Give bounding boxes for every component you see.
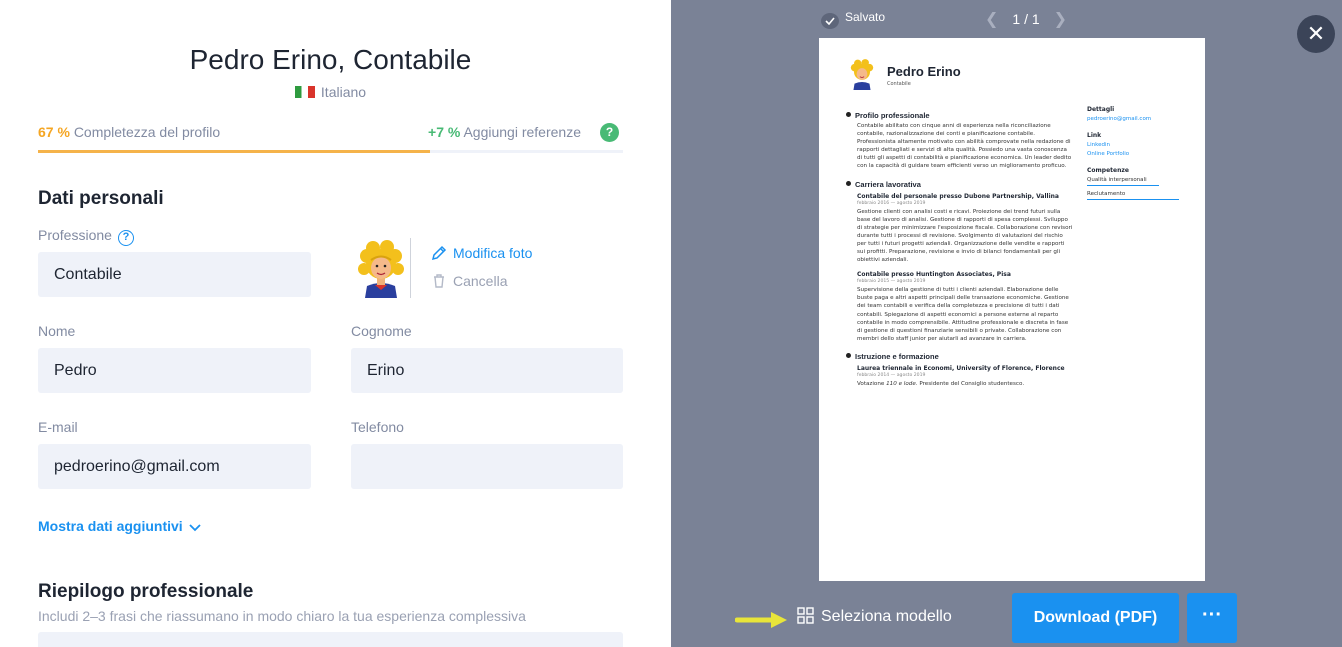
page-navigator: ❮ 1 / 1 ❯ (971, 9, 1081, 29)
download-pdf-button[interactable]: Download (PDF) (1012, 593, 1179, 643)
resume-job-title: Contabile del personale presso Dubone Pa… (857, 192, 1059, 200)
profession-input[interactable]: Contabile (38, 252, 311, 297)
completeness-label: Completezza del profilo (73, 124, 221, 140)
resume-links-heading: Link (1087, 132, 1102, 139)
add-references-label: Aggiungi referenze (463, 124, 581, 140)
next-page-icon[interactable]: ❯ (1054, 9, 1067, 29)
completeness-progress-bar (38, 150, 623, 153)
resume-job-text: Supervisione della gestione di tutti i c… (857, 287, 1069, 342)
resume-career-heading-text: Carriera lavorativa (855, 179, 921, 189)
resume-name: Pedro Erino (887, 64, 961, 79)
check-icon (821, 13, 839, 29)
summary-textarea[interactable] (38, 632, 623, 647)
last-name-label: Cognome (351, 323, 412, 339)
pencil-icon (431, 245, 447, 261)
resume-page: Pedro Erino Contabile Profilo profession… (819, 38, 1205, 581)
resume-email: pedroerino@gmail.com (1087, 116, 1152, 122)
resume-education-date: febbraio 2014 — agosto 2019 (857, 372, 926, 378)
resume-avatar-icon (850, 59, 874, 90)
resume-job-title: Contabile presso Huntington Associates, … (857, 271, 1011, 279)
resume-job-date: febbraio 2016 — agosto 2019 (857, 200, 926, 206)
help-icon[interactable]: ? (117, 230, 134, 246)
avatar-illustration-icon (358, 240, 404, 298)
select-template-label: Seleziona modello (821, 608, 952, 625)
language-label: Italiano (320, 84, 367, 100)
edu-text-italic: 110 e lode (886, 380, 916, 387)
select-template-button[interactable]: Seleziona modello (797, 607, 952, 626)
phone-label: Telefono (351, 419, 404, 435)
help-icon[interactable]: ? (600, 123, 619, 142)
resume-profile-heading-text: Profilo professionale (855, 111, 930, 120)
first-name-label: Nome (38, 323, 76, 339)
edu-text-prefix: Votazione (857, 380, 887, 387)
close-button[interactable]: ✕ (1297, 15, 1335, 53)
prev-page-icon[interactable]: ❮ (985, 9, 998, 29)
resume-role: Contabile (887, 81, 911, 87)
save-status-label: Salvato (845, 10, 886, 24)
language-selector[interactable]: Italiano (0, 84, 661, 100)
resume-skill: Qualità interpersonali (1087, 177, 1159, 186)
email-label: E-mail (38, 419, 78, 435)
phone-input[interactable] (351, 444, 623, 489)
resume-editor-panel: Pedro Erino, Contabile Italiano 67 % Com… (0, 0, 671, 647)
email-input[interactable]: pedroerino@gmail.com (38, 444, 311, 489)
first-name-input[interactable]: Pedro (38, 348, 311, 393)
section-title-personal: Dati personali (38, 188, 164, 209)
save-status: Salvato (821, 10, 885, 29)
completeness-percent: 67 % (38, 124, 70, 140)
graduation-cap-icon (846, 352, 851, 358)
resume-education-heading: Istruzione e formazione (846, 351, 1073, 361)
completeness-progress-fill (38, 150, 430, 153)
resume-main-column: Profilo professionale Contabile abilitat… (846, 104, 1073, 388)
delete-photo-button[interactable]: Cancella (431, 273, 507, 289)
edit-photo-button[interactable]: Modifica foto (431, 245, 532, 261)
add-references-hint[interactable]: +7 % Aggiungi referenze (428, 124, 581, 140)
page-indicator: 1 / 1 (1012, 11, 1040, 27)
summary-hint: Includi 2–3 frasi che riassumano in modo… (38, 608, 526, 624)
trash-icon (434, 274, 444, 288)
edu-text-suffix: . Presidente del Consiglio studentesco. (915, 380, 1025, 387)
italy-flag-icon (294, 86, 315, 98)
edit-photo-label: Modifica foto (453, 245, 533, 261)
resume-career-heading: Carriera lavorativa (846, 179, 1073, 189)
delete-photo-label: Cancella (453, 273, 508, 289)
resume-profile-text: Contabile abilitato con cinque anni di e… (857, 123, 1072, 170)
resume-side-column: Dettagli pedroerino@gmail.com Link Linke… (1087, 106, 1179, 200)
resume-skill: Reclutamento (1087, 191, 1179, 200)
more-options-button[interactable]: ··· (1187, 593, 1237, 643)
resume-preview-panel: Salvato ❮ 1 / 1 ❯ ✕ Pedro Erino Contabile … (671, 0, 1342, 647)
profession-label: Professione? (38, 227, 134, 246)
resume-link: Online Portfolio (1087, 151, 1130, 157)
resume-skills-heading: Competenze (1087, 167, 1129, 174)
resume-education-heading-text: Istruzione e formazione (855, 351, 939, 361)
avatar[interactable] (353, 238, 411, 298)
last-name-input[interactable]: Erino (351, 348, 623, 393)
resume-education-title: Laurea triennale in Economi, University … (857, 364, 1065, 372)
arrow-pointer-icon (735, 612, 787, 628)
section-title-summary: Riepilogo professionale (38, 581, 254, 602)
resume-education-text: Votazione 110 e lode. Presidente del Con… (847, 380, 1073, 388)
profile-completeness: 67 % Completezza del profilo +7 % Aggiun… (38, 123, 623, 144)
document-title[interactable]: Pedro Erino, Contabile (0, 44, 661, 76)
resume-profile-heading: Profilo professionale (846, 111, 1073, 120)
resume-link: Linkedin (1087, 142, 1110, 148)
briefcase-icon (846, 180, 851, 186)
resume-details-heading: Dettagli (1087, 106, 1115, 113)
resume-job-text: Gestione clienti con analisi costi e ric… (857, 208, 1073, 264)
grid-icon (797, 607, 814, 624)
profession-label-text: Professione (38, 227, 112, 243)
bonus-percent: +7 % (428, 124, 461, 140)
show-additional-details-label: Mostra dati aggiuntivi (38, 518, 183, 534)
show-additional-details-link[interactable]: Mostra dati aggiuntivi (38, 518, 201, 534)
person-icon (846, 112, 851, 117)
resume-job-date: febbraio 2015 — agosto 2019 (857, 279, 926, 285)
chevron-down-icon (189, 524, 201, 532)
